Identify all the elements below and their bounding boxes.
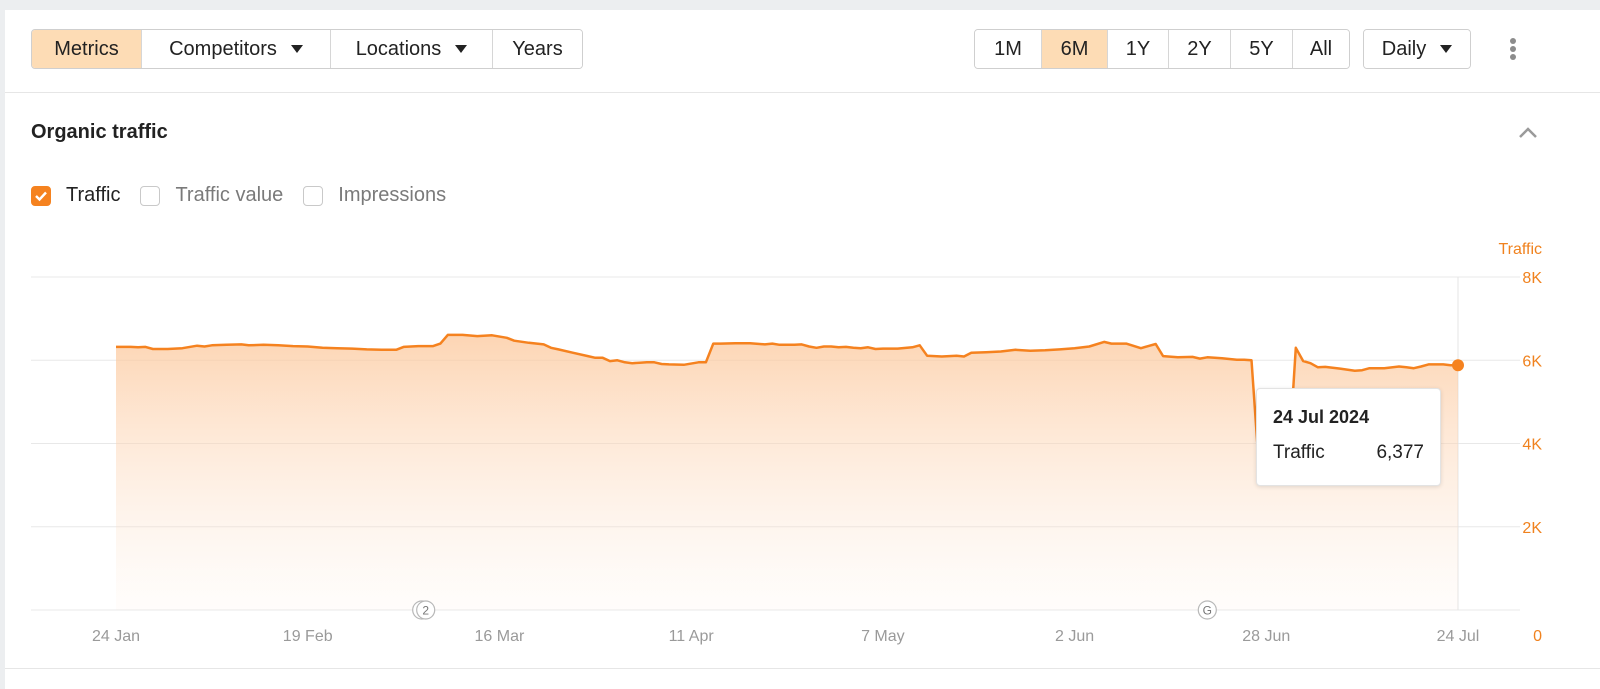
hover-point[interactable] xyxy=(1452,359,1464,372)
organic-traffic-card: Metrics Competitors Locations Years 1M 6… xyxy=(5,10,1600,689)
y-tick-label: 6K xyxy=(1522,353,1542,370)
traffic-chart[interactable]: 8K 6K 4K 2K 0 24 Jan 19 Feb 16 Mar 11 Apr 7 May 2… xyxy=(5,10,1600,689)
tooltip-metric: Traffic xyxy=(1273,442,1325,463)
x-tick-label: 19 Feb xyxy=(283,628,333,645)
annotation-label: G xyxy=(1203,604,1212,618)
x-tick-label: 11 Apr xyxy=(669,628,715,645)
google-update-marker-icon[interactable]: G xyxy=(1197,600,1217,620)
y-tick-label: 8K xyxy=(1522,270,1542,287)
x-tick-label: 16 Mar xyxy=(475,628,525,645)
x-tick-label: 28 Jun xyxy=(1242,628,1290,645)
annotation-label: 2 xyxy=(422,604,429,618)
x-tick-label: 2 Jun xyxy=(1055,628,1094,645)
x-tick-label: 24 Jul xyxy=(1437,628,1480,645)
chart-tooltip: 24 Jul 2024 Traffic 6,377 xyxy=(1256,388,1441,486)
y-tick-label: 4K xyxy=(1522,437,1542,454)
event-marker-icon[interactable]: 2 xyxy=(412,600,436,620)
tooltip-date: 24 Jul 2024 xyxy=(1273,407,1370,427)
tooltip-value: 6,377 xyxy=(1376,442,1424,463)
x-tick-label: 7 May xyxy=(861,628,905,645)
x-tick-label: 24 Jan xyxy=(92,628,140,645)
y-tick-label: 2K xyxy=(1522,520,1542,537)
divider xyxy=(5,668,1600,669)
y-tick-label: 0 xyxy=(1533,628,1542,645)
